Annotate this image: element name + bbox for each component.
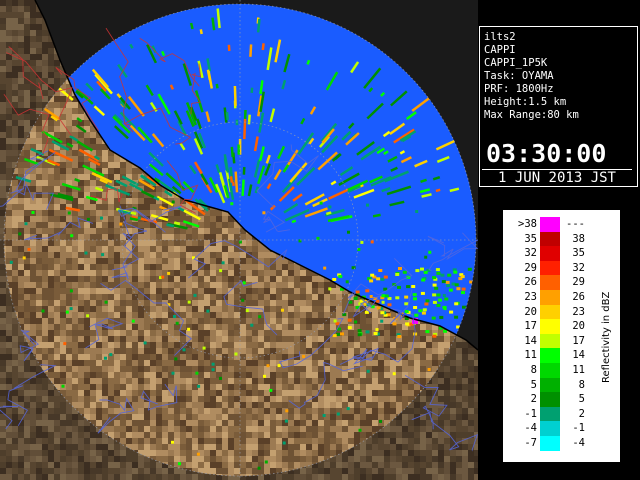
legend-upper-bound: -1 [572, 422, 585, 435]
observation-date: 1 JUN 2013 JST [482, 169, 632, 187]
legend-upper-bound: 8 [578, 378, 585, 391]
legend-lower-bound: 26 [524, 276, 537, 289]
prf-value: PRF: 1800Hz [484, 83, 554, 95]
legend-lower-bound: >38 [518, 218, 537, 230]
legend-lower-bound: 8 [530, 364, 537, 376]
legend-lower-bound: 17 [524, 320, 537, 333]
legend-color-swatch [540, 231, 560, 247]
radar-map [0, 0, 478, 480]
legend-upper-bound: 5 [578, 393, 585, 406]
legend-upper-bound: --- [566, 218, 585, 230]
legend-upper-bound: 32 [572, 261, 585, 274]
legend-upper-bound: 26 [572, 291, 585, 303]
legend-lower-bound: 14 [524, 334, 537, 347]
legend-color-swatch [540, 348, 560, 364]
observation-time: 03:30:00 [486, 139, 607, 168]
legend-upper-bound: 35 [572, 247, 585, 260]
legend-color-swatch [540, 436, 560, 451]
height-value: Height:1.5 km [484, 96, 567, 108]
legend-color-swatch [540, 319, 560, 335]
legend-lower-bound: 29 [524, 261, 537, 274]
reflectivity-legend: >38 --- 35 38 32 35 29 32 26 29 23 26 20 23 17 20 14 17 11… [502, 209, 621, 463]
legend-upper-bound: 14 [572, 349, 585, 362]
legend-upper-bound: 2 [578, 407, 585, 420]
legend-lower-bound: -7 [524, 437, 537, 449]
task-name: Task: OYAMA [484, 70, 554, 82]
legend-color-swatch [540, 290, 560, 305]
legend-lower-bound: -4 [524, 422, 537, 435]
legend-lower-bound: 35 [524, 232, 537, 245]
legend-color-swatch [540, 333, 560, 349]
legend-lower-bound: 23 [524, 291, 537, 303]
legend-color-swatch [540, 217, 560, 232]
legend-color-swatch [540, 363, 560, 378]
legend-lower-bound: 5 [530, 378, 537, 391]
legend-color-swatch [540, 406, 560, 422]
legend-color-swatch [540, 304, 560, 320]
legend-upper-bound: -4 [572, 437, 585, 449]
product-type: CAPPI [484, 44, 516, 56]
info-panel: ilts2 CAPPI CAPPI_1P5K Task: OYAMA PRF: … [479, 26, 638, 187]
max-range-value: Max Range:80 km [484, 109, 579, 121]
product-name: CAPPI_1P5K [484, 57, 548, 69]
legend-upper-bound: 23 [572, 305, 585, 318]
legend-upper-bound: 20 [572, 320, 585, 333]
legend-upper-bound: 11 [572, 364, 585, 376]
legend-upper-bound: 29 [572, 276, 585, 289]
legend-color-swatch [540, 377, 560, 393]
legend-lower-bound: -1 [524, 407, 537, 420]
legend-unit-label: Reflectivity in dBZ [601, 291, 612, 383]
legend-color-swatch [540, 246, 560, 262]
legend-lower-bound: 11 [524, 349, 537, 362]
radar-display: { "info": { "lines": ["ilts2", "CAPPI", … [0, 0, 640, 480]
legend-upper-bound: 38 [572, 232, 585, 245]
legend-color-swatch [540, 421, 560, 437]
legend-lower-bound: 2 [530, 393, 537, 406]
legend-lower-bound: 20 [524, 305, 537, 318]
legend-color-swatch [540, 275, 560, 291]
legend-lower-bound: 32 [524, 247, 537, 260]
radar-site: ilts2 [484, 31, 516, 43]
legend-color-swatch [540, 392, 560, 408]
legend-upper-bound: 17 [572, 334, 585, 347]
legend-color-swatch [540, 260, 560, 276]
